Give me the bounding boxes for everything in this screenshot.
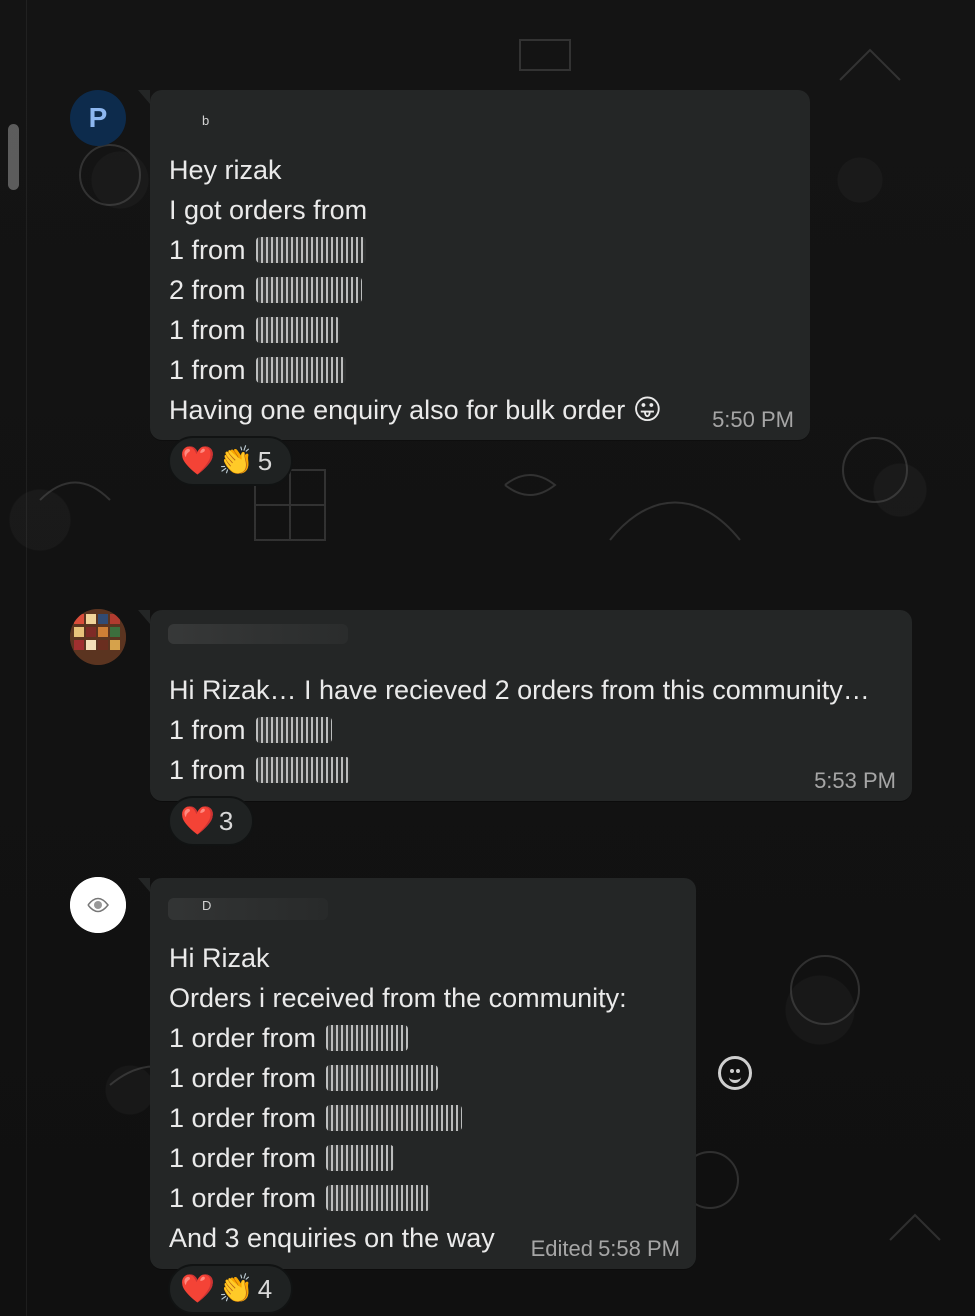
avatar-p: P bbox=[70, 90, 126, 146]
sender-name: D bbox=[202, 898, 212, 913]
message-prefix: 1 order from bbox=[169, 1103, 317, 1133]
message-line: 2 from bbox=[169, 270, 794, 310]
edited-label: Edited bbox=[530, 1236, 593, 1261]
reaction-pill[interactable]: ❤️ 3 bbox=[168, 796, 254, 846]
message-line: 1 from bbox=[169, 310, 794, 350]
reaction-pill[interactable]: ❤️ 👏 4 bbox=[168, 1264, 293, 1314]
smile-icon[interactable] bbox=[718, 1056, 752, 1090]
masked-text bbox=[326, 1184, 431, 1211]
message-line: I got orders from bbox=[169, 195, 368, 225]
message-prefix: 1 from bbox=[169, 355, 246, 385]
reaction-count: 5 bbox=[257, 445, 273, 476]
message-body: Hey rizak I got orders from 1 from 2 fro… bbox=[169, 150, 794, 430]
clap-reaction-icon: 👏 bbox=[218, 1273, 254, 1304]
message-line: Hi Rizak… I have recieved 2 orders from … bbox=[169, 675, 870, 705]
avatar-letter: P bbox=[88, 102, 108, 133]
avatar-photo bbox=[70, 609, 126, 665]
masked-text bbox=[255, 276, 362, 303]
message-line: Hey rizak bbox=[169, 155, 282, 185]
message-time: 5:50 PM bbox=[712, 407, 794, 432]
message-prefix: 1 order from bbox=[169, 1063, 317, 1093]
message-time: 5:53 PM bbox=[814, 768, 896, 793]
message-prefix: 1 order from bbox=[169, 1143, 317, 1173]
sender-name: b bbox=[202, 113, 210, 128]
masked-text bbox=[255, 236, 366, 263]
message-time: 5:58 PM bbox=[598, 1236, 680, 1261]
heart-reaction-icon: ❤️ bbox=[180, 1273, 215, 1304]
masked-text bbox=[326, 1144, 395, 1171]
avatar-logo bbox=[70, 877, 126, 933]
message-line: 1 order from bbox=[169, 1058, 680, 1098]
message-body: Hi Rizak Orders i received from the comm… bbox=[169, 938, 680, 1258]
message-body: Hi Rizak… I have recieved 2 orders from … bbox=[169, 670, 896, 790]
message-bubble[interactable]: D Hi Rizak Orders i received from the co… bbox=[138, 878, 696, 1269]
message-prefix: 1 from bbox=[169, 315, 246, 345]
message-prefix: 1 from bbox=[169, 235, 246, 265]
chat-screen: P b Hey rizak I got orders from 1 from 2… bbox=[0, 0, 975, 1316]
message-bubble[interactable]: b Hey rizak I got orders from 1 from 2 f… bbox=[138, 90, 810, 440]
message-line: 1 from bbox=[169, 710, 896, 750]
masked-text bbox=[255, 756, 350, 783]
masked-text bbox=[255, 316, 340, 343]
chat-edge-line bbox=[26, 0, 27, 1316]
message-prefix: 1 order from bbox=[169, 1183, 317, 1213]
heart-reaction-icon: ❤️ bbox=[180, 805, 215, 836]
message-line: Having one enquiry also for bulk order 😛 bbox=[169, 390, 794, 430]
heart-reaction-icon: ❤️ bbox=[180, 445, 215, 476]
message-line: Hi Rizak bbox=[169, 943, 270, 973]
message-line: 1 from bbox=[169, 750, 896, 790]
message-line: 1 order from bbox=[169, 1138, 680, 1178]
message-line: 1 from bbox=[169, 350, 794, 390]
avatar-photo-art bbox=[70, 609, 126, 665]
tongue-emoji: 😛 bbox=[632, 394, 662, 425]
message-prefix: 1 from bbox=[169, 755, 246, 785]
clap-reaction-icon: 👏 bbox=[218, 445, 254, 476]
message-line: 1 order from bbox=[169, 1178, 680, 1218]
message-line: Orders i received from the community: bbox=[169, 983, 627, 1013]
message-prefix: 2 from bbox=[169, 275, 246, 305]
smile-mouth bbox=[729, 1072, 741, 1083]
reaction-count: 3 bbox=[218, 805, 234, 836]
message-line: 1 order from bbox=[169, 1018, 680, 1058]
sender-name-blurred bbox=[168, 898, 328, 920]
message-prefix: 1 order from bbox=[169, 1023, 317, 1053]
masked-text bbox=[326, 1064, 439, 1091]
sender-name-blurred bbox=[168, 624, 348, 644]
message-bubble[interactable]: Hi Rizak… I have recieved 2 orders from … bbox=[138, 610, 912, 801]
message-line: 1 from bbox=[169, 230, 794, 270]
message-line: 1 order from bbox=[169, 1098, 680, 1138]
reaction-pill[interactable]: ❤️ 👏 5 bbox=[168, 436, 293, 486]
reaction-count: 4 bbox=[257, 1273, 273, 1304]
masked-text bbox=[326, 1104, 463, 1131]
masked-text bbox=[326, 1024, 409, 1051]
brand-logo bbox=[70, 877, 126, 933]
message-prefix: Having one enquiry also for bulk order bbox=[169, 395, 626, 425]
message-prefix: 1 from bbox=[169, 715, 246, 745]
scrollbar-thumb[interactable] bbox=[8, 124, 19, 190]
masked-text bbox=[255, 356, 346, 383]
masked-text bbox=[255, 716, 332, 743]
